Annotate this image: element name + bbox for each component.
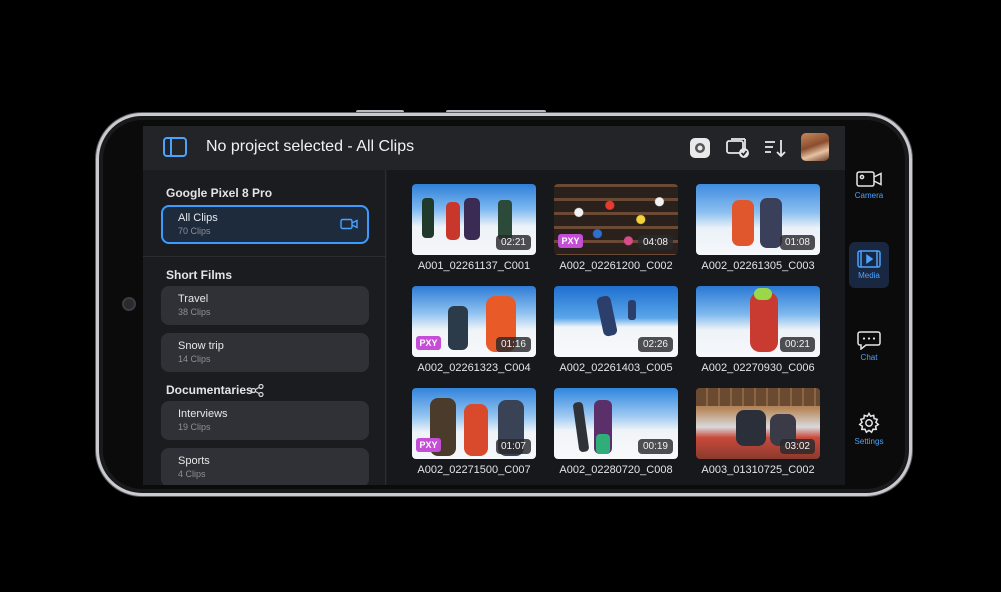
clip-thumbnail[interactable]: PXY 01:07 (412, 388, 536, 459)
film-icon (857, 250, 881, 268)
sidebar-item-travel[interactable]: Travel 38 Clips (161, 286, 369, 325)
clip-name: A002_02271500_C007 (417, 464, 531, 476)
documentaries-title: Documentaries (166, 383, 253, 397)
proxy-badge: PXY (416, 336, 441, 350)
clip-thumbnail[interactable]: 00:21 (696, 286, 820, 357)
clip-card[interactable]: 02:21 A001_02261137_C001 (412, 184, 536, 272)
clip-card[interactable]: 00:19 A002_02280720_C008 (554, 388, 678, 476)
clip-name: A002_02261305_C003 (701, 260, 815, 272)
clip-duration: 03:02 (779, 439, 815, 454)
sidebar-item-label: Travel (178, 293, 209, 305)
clip-card[interactable]: 03:02 A003_01310725_C002 (696, 388, 820, 476)
clip-card[interactable]: PXY 04:08 A002_02261200_C002 (554, 184, 678, 272)
nav-label: Media (858, 271, 880, 280)
clip-duration: 00:21 (779, 337, 815, 352)
clip-name: A002_02270930_C006 (701, 362, 815, 374)
sidebar-item-count: 4 Clips (178, 469, 206, 479)
avatar[interactable] (801, 133, 829, 161)
clip-duration: 02:26 (637, 337, 673, 352)
clip-thumbnail[interactable]: 01:08 (696, 184, 820, 255)
sidebar-item-label: Snow trip (178, 340, 224, 352)
front-camera (122, 297, 136, 311)
sidebar-toggle-icon[interactable] (163, 137, 187, 157)
camera-icon (856, 171, 882, 187)
camera-icon (340, 218, 358, 230)
clip-duration: 04:08 (637, 235, 673, 250)
nav-label: Camera (854, 191, 884, 200)
clip-card[interactable]: 00:21 A002_02270930_C006 (696, 286, 820, 374)
sidebar-item-sports[interactable]: Sports 4 Clips (161, 448, 369, 485)
nav-label: Chat (860, 353, 878, 362)
clip-card[interactable]: PXY 01:07 A002_02271500_C007 (412, 388, 536, 476)
nav-media[interactable]: Media (849, 242, 889, 288)
share-icon[interactable] (251, 384, 264, 397)
sort-icon[interactable] (763, 136, 787, 160)
clip-name: A002_02280720_C008 (559, 464, 673, 476)
clip-duration: 01:08 (779, 235, 815, 250)
sidebar-item-label: All Clips (178, 212, 218, 224)
page-title: No project selected - All Clips (206, 138, 415, 155)
sidebar-item-count: 70 Clips (178, 226, 211, 236)
clip-name: A003_01310725_C002 (701, 464, 815, 476)
proxy-badge: PXY (558, 234, 583, 248)
clip-card[interactable]: 01:08 A002_02261305_C003 (696, 184, 820, 272)
clip-duration: 02:21 (495, 235, 531, 250)
sidebar-item-label: Sports (178, 455, 210, 467)
clip-card[interactable]: 02:26 A002_02261403_C005 (554, 286, 678, 374)
clip-thumbnail[interactable]: 00:19 (554, 388, 678, 459)
clip-duration: 00:19 (637, 439, 673, 454)
sidebar-item-label: Interviews (178, 408, 228, 420)
clip-name: A002_02261323_C004 (417, 362, 531, 374)
nav-camera[interactable]: Camera (849, 170, 889, 208)
nav-chat[interactable]: Chat (849, 330, 889, 366)
navigation-rail: Camera Media Chat Settings (847, 126, 891, 485)
sidebar-item-count: 19 Clips (178, 422, 211, 432)
top-bar: No project selected - All Clips (143, 126, 845, 170)
clip-thumbnail[interactable]: 02:26 (554, 286, 678, 357)
app-screen: No project selected - All Clips Google P… (143, 126, 845, 485)
clip-grid: 02:21 A001_02261137_C001 PXY 04:08 A002_… (387, 170, 845, 485)
nav-settings[interactable]: Settings (849, 412, 889, 448)
sidebar-item-interviews[interactable]: Interviews 19 Clips (161, 401, 369, 440)
sidebar-item-count: 14 Clips (178, 354, 211, 364)
sidebar-item-all-clips[interactable]: All Clips 70 Clips (161, 205, 369, 244)
sidebar-divider (143, 256, 386, 257)
chat-icon (857, 331, 881, 350)
sidebar: Google Pixel 8 Pro All Clips 70 Clips Sh… (143, 170, 386, 485)
clip-duration: 01:16 (495, 337, 531, 352)
clip-thumbnail[interactable]: PXY 01:16 (412, 286, 536, 357)
nav-label: Settings (854, 437, 884, 446)
clip-card[interactable]: PXY 01:16 A002_02261323_C004 (412, 286, 536, 374)
short-films-title: Short Films (166, 268, 233, 282)
clip-name: A001_02261137_C001 (417, 260, 531, 272)
sidebar-item-count: 38 Clips (178, 307, 211, 317)
clip-duration: 01:07 (495, 439, 531, 454)
clip-thumbnail[interactable]: 03:02 (696, 388, 820, 459)
device-title: Google Pixel 8 Pro (166, 186, 273, 200)
clips-check-icon[interactable] (725, 136, 751, 160)
clip-thumbnail[interactable]: PXY 04:08 (554, 184, 678, 255)
clip-name: A002_02261403_C005 (559, 362, 673, 374)
gear-icon (858, 412, 880, 434)
proxy-badge: PXY (416, 438, 441, 452)
clip-name: A002_02261200_C002 (559, 260, 673, 272)
flag-icon[interactable] (688, 136, 712, 160)
sidebar-item-snow-trip[interactable]: Snow trip 14 Clips (161, 333, 369, 372)
clip-thumbnail[interactable]: 02:21 (412, 184, 536, 255)
